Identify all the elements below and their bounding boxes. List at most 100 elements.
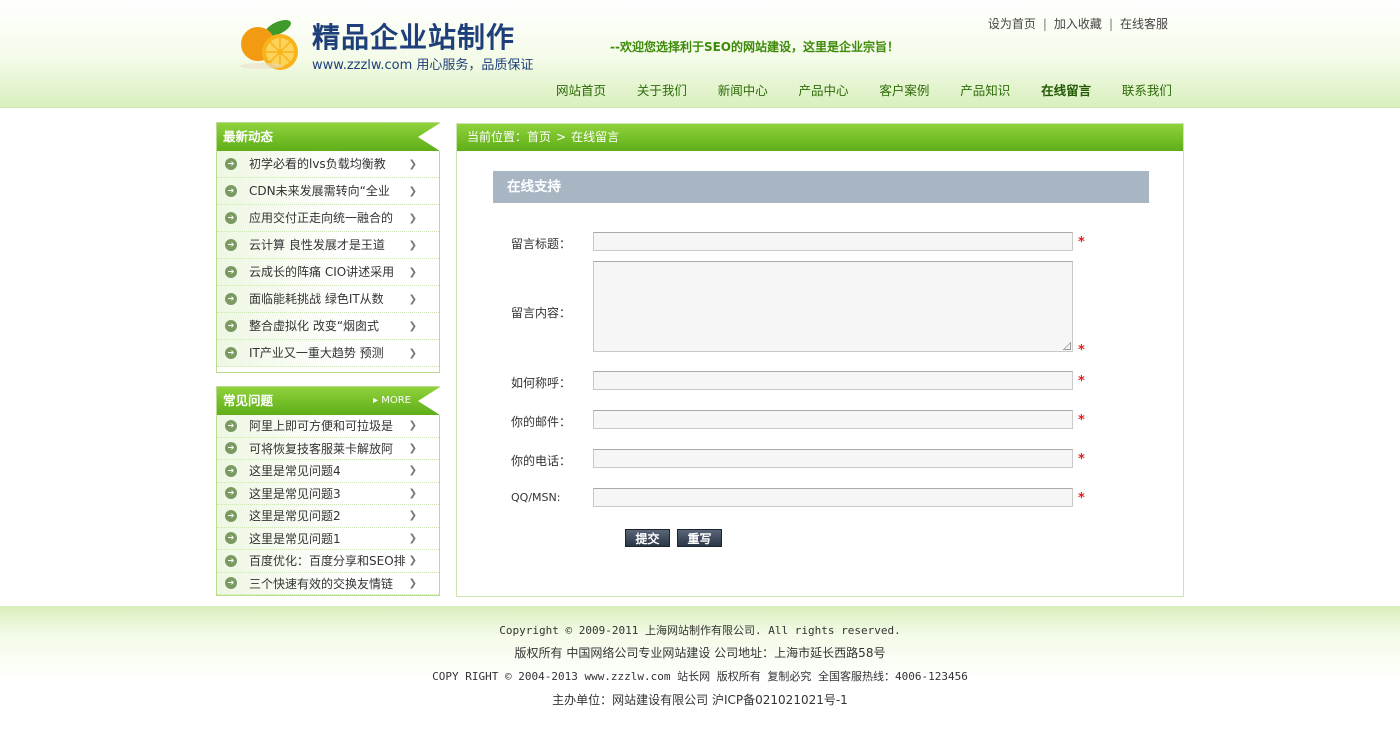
list-item-label: 三个快速有效的交换友情链: [249, 576, 394, 591]
list-item[interactable]: ➔ 可将恢复技客服莱卡解放阿 ❯: [217, 438, 439, 460]
list-item-label: IT产业又一重大趋势 预测: [249, 346, 384, 360]
email-label: 你的邮件：: [511, 415, 572, 429]
resize-handle-icon[interactable]: [1063, 342, 1071, 350]
breadcrumb: 当前位置：首页 > 在线留言: [457, 124, 1183, 151]
email-input[interactable]: [593, 410, 1073, 429]
required-mark: *: [1078, 343, 1085, 358]
header-notch: [418, 387, 440, 415]
list-item[interactable]: ➔ 云成长的阵痛 CIO讲述采用 ❯: [217, 259, 439, 286]
list-item[interactable]: ➔ 面临能耗挑战 绿色IT从数 ❯: [217, 286, 439, 313]
chevron-right-icon: ❯: [408, 465, 417, 476]
bullet-arrow-icon: ➔: [225, 212, 237, 224]
chevron-right-icon: ❯: [408, 213, 417, 224]
list-item[interactable]: ➔ CDN未来发展需转向“全业 ❯: [217, 178, 439, 205]
breadcrumb-prefix: 当前位置：: [467, 130, 528, 144]
list-item-label: 应用交付正走向统一融合的: [249, 211, 394, 225]
list-item[interactable]: ➔ 三个快速有效的交换友情链 ❯: [217, 573, 439, 595]
list-item[interactable]: ➔ 云计算 良性发展才是王道 ❯: [217, 232, 439, 259]
chevron-right-icon: ❯: [408, 348, 417, 359]
logo-title: 精品企业站制作: [312, 21, 516, 54]
list-item-label: 这里是常见问题4: [249, 464, 341, 478]
header-notch: [418, 123, 440, 151]
bullet-arrow-icon: ➔: [225, 158, 237, 170]
required-mark: *: [1078, 413, 1085, 428]
nav-item-message[interactable]: 在线留言: [1041, 80, 1091, 100]
list-item-label: 整合虚拟化 改变“烟囱式: [249, 319, 380, 333]
breadcrumb-current: 在线留言: [571, 130, 620, 144]
required-mark: *: [1078, 374, 1085, 389]
list-item-label: 这里是常见问题3: [249, 486, 341, 501]
bullet-arrow-icon: ➔: [225, 577, 237, 590]
bullet-arrow-icon: ➔: [225, 532, 237, 545]
bullet-arrow-icon: ➔: [225, 266, 237, 278]
chevron-right-icon: ❯: [408, 510, 417, 521]
list-item[interactable]: ➔ IT产业又一重大趋势 预测 ❯: [217, 340, 439, 367]
list-item[interactable]: ➔ 初学必看的lvs负载均衡教 ❯: [217, 151, 439, 178]
sidebar-faq-box: 常见问题 ▸ MORE ➔ 阿里上即可方便和可拉圾是 ❯ ➔ 可将恢复技客服莱卡解放阿…: [216, 386, 440, 596]
list-item-label: 这里是常见问题2: [249, 509, 341, 523]
chevron-right-icon: ❯: [408, 577, 417, 589]
qq-msn-input[interactable]: [593, 488, 1073, 507]
footer-copy-right: COPY RIGHT © 2004-2013 www.zzzlw.com 站长网…: [432, 670, 968, 683]
top-links: 设为首页 | 加入收藏 | 在线客服: [988, 15, 1168, 32]
submit-button[interactable]: 提交: [625, 529, 670, 547]
phone-input[interactable]: [593, 449, 1073, 468]
faq-more-link[interactable]: ▸ MORE: [373, 387, 411, 415]
chevron-right-icon: ❯: [408, 186, 417, 197]
nav-item-contact[interactable]: 联系我们: [1122, 80, 1172, 100]
more-label: MORE: [381, 395, 411, 406]
list-item[interactable]: ➔ 百度优化：百度分享和SEO排 ❯: [217, 550, 439, 573]
bullet-arrow-icon: ➔: [225, 509, 237, 522]
list-item-label: CDN未来发展需转向“全业: [249, 184, 390, 198]
reset-button[interactable]: 重写: [677, 529, 722, 547]
bullet-arrow-icon: ➔: [225, 320, 237, 332]
chevron-right-icon: ❯: [408, 442, 417, 454]
footer-icp: 主办单位：网站建设有限公司 沪ICP备021021021号-1: [552, 693, 848, 707]
list-item[interactable]: ➔ 这里是常见问题4 ❯: [217, 460, 439, 483]
list-item[interactable]: ➔ 这里是常见问题1 ❯: [217, 528, 439, 550]
message-title-input[interactable]: [593, 232, 1073, 251]
bullet-arrow-icon: ➔: [225, 347, 237, 359]
list-item[interactable]: ➔ 整合虚拟化 改变“烟囱式 ❯: [217, 313, 439, 340]
toplink-divider: |: [1108, 17, 1113, 31]
chevron-right-icon: ❯: [408, 321, 417, 332]
title-label: 留言标题：: [511, 237, 572, 251]
chevron-right-icon: ❯: [408, 555, 417, 566]
news-list: ➔ 初学必看的lvs负载均衡教 ❯ ➔ CDN未来发展需转向“全业 ❯ ➔ 应用交付正走向…: [217, 151, 439, 367]
phone-label: 你的电话：: [511, 454, 572, 468]
bullet-arrow-icon: ➔: [225, 185, 237, 197]
chevron-right-icon: ❯: [408, 532, 417, 544]
nav-item-about[interactable]: 关于我们: [637, 80, 687, 100]
orange-logo-icon: [240, 19, 298, 70]
toplink-divider: |: [1042, 17, 1047, 31]
list-item-label: 云成长的阵痛 CIO讲述采用: [249, 265, 395, 279]
list-item-label: 可将恢复技客服莱卡解放阿: [249, 441, 394, 456]
nav-item-home[interactable]: 网站首页: [556, 80, 606, 100]
site-logo[interactable]: 精品企业站制作 www.zzzlw.com 用心服务，品质保证: [232, 14, 552, 74]
list-item[interactable]: ➔ 阿里上即可方便和可拉圾是 ❯: [217, 415, 439, 438]
sidebar-faq-header: 常见问题 ▸ MORE: [217, 387, 440, 415]
content-label: 留言内容：: [511, 306, 572, 320]
nav-item-cases[interactable]: 客户案例: [879, 80, 929, 100]
toplink-set-homepage[interactable]: 设为首页: [988, 17, 1036, 31]
toplink-online-service[interactable]: 在线客服: [1120, 17, 1168, 31]
list-item-label: 初学必看的lvs负载均衡教: [249, 157, 386, 171]
breadcrumb-separator: >: [556, 130, 567, 144]
chevron-right-icon: ❯: [408, 420, 417, 431]
breadcrumb-home-link[interactable]: 首页: [527, 130, 551, 144]
chevron-right-icon: ❯: [408, 159, 417, 170]
required-mark: *: [1078, 491, 1085, 506]
list-item[interactable]: ➔ 这里是常见问题3 ❯: [217, 483, 439, 505]
nav-item-news[interactable]: 新闻中心: [718, 80, 768, 100]
sidebar-news-title: 最新动态: [223, 129, 274, 144]
toplink-add-favorite[interactable]: 加入收藏: [1054, 17, 1102, 31]
name-input[interactable]: [593, 371, 1073, 390]
list-item[interactable]: ➔ 这里是常见问题2 ❯: [217, 505, 439, 528]
message-content-textarea[interactable]: [593, 261, 1073, 352]
nav-item-knowledge[interactable]: 产品知识: [960, 80, 1010, 100]
list-item[interactable]: ➔ 应用交付正走向统一融合的 ❯: [217, 205, 439, 232]
chevron-right-icon: ❯: [408, 487, 417, 499]
list-item-label: 面临能耗挑战 绿色IT从数: [249, 292, 384, 306]
nav-item-products[interactable]: 产品中心: [799, 80, 849, 100]
required-mark: *: [1078, 452, 1085, 467]
